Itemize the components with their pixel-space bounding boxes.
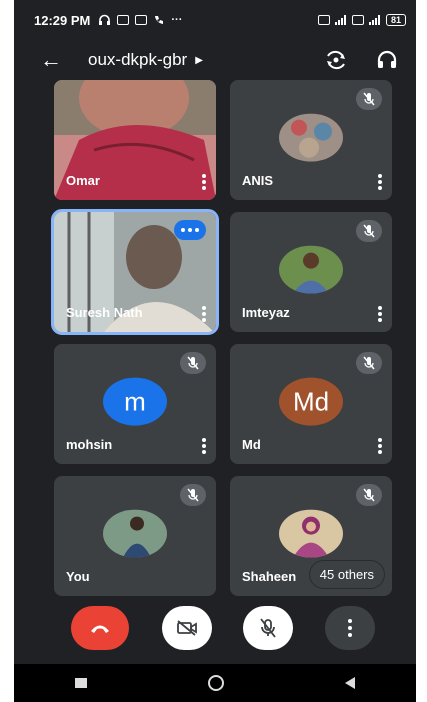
headphones-icon[interactable] xyxy=(376,50,398,70)
volte-icon xyxy=(317,15,330,25)
mic-off-icon xyxy=(356,88,382,110)
back-arrow-icon[interactable]: ← xyxy=(40,49,62,71)
more-options-button[interactable] xyxy=(325,606,375,650)
signal-icon xyxy=(368,15,380,25)
more-vert-icon xyxy=(348,619,352,637)
more-vert-icon[interactable] xyxy=(378,174,382,190)
others-count-chip[interactable]: 45 others xyxy=(309,561,384,588)
signal-icon xyxy=(334,15,346,25)
mic-toggle-button[interactable] xyxy=(243,606,293,650)
headset-status-icon xyxy=(99,14,111,25)
more-vert-icon[interactable] xyxy=(202,438,206,454)
camera-off-icon xyxy=(177,620,197,636)
message-status-icon xyxy=(117,15,130,25)
phone-status-icon xyxy=(155,16,164,24)
participant-name: Omar xyxy=(66,173,100,188)
status-bar: 12:29 PM ··· 81 xyxy=(14,0,416,40)
participant-tile[interactable]: m mohsin xyxy=(54,344,216,464)
participant-tile[interactable]: Md Md xyxy=(230,344,392,464)
participant-avatar xyxy=(279,509,343,558)
system-navigation-bar xyxy=(14,664,416,702)
home-button[interactable] xyxy=(207,675,224,691)
status-system-icons: 81 xyxy=(317,14,406,26)
more-vert-icon[interactable] xyxy=(202,306,206,322)
call-controls xyxy=(14,606,416,662)
more-vert-icon[interactable] xyxy=(202,174,206,190)
more-vert-icon[interactable] xyxy=(378,306,382,322)
recents-button[interactable] xyxy=(74,678,87,688)
mic-off-icon xyxy=(260,618,276,638)
participant-name: Suresh Nath xyxy=(66,305,143,320)
back-button[interactable] xyxy=(345,677,356,689)
participant-avatar xyxy=(279,113,343,162)
participant-name: You xyxy=(66,569,90,584)
mic-off-icon xyxy=(356,352,382,374)
participant-tile-self[interactable]: You xyxy=(54,476,216,596)
message-status-icon xyxy=(135,15,148,25)
participant-initial-avatar: Md xyxy=(279,377,343,426)
participant-initial-avatar: m xyxy=(103,377,167,426)
more-vert-icon[interactable] xyxy=(378,438,382,454)
caret-icon[interactable]: ▶ xyxy=(195,55,203,66)
participant-name: ANIS xyxy=(242,173,274,188)
meeting-code[interactable]: oux-dkpk-gbr xyxy=(88,50,187,70)
participant-tile[interactable]: ANIS xyxy=(230,80,392,200)
meet-screen: 12:29 PM ··· 81 ← oux-dkpk-gbr ▶ Omar AN… xyxy=(14,0,416,702)
meeting-header: ← oux-dkpk-gbr ▶ xyxy=(14,40,416,80)
participant-name: Imteyaz xyxy=(242,305,290,320)
mic-off-icon xyxy=(356,220,382,242)
participant-tile[interactable]: Omar xyxy=(54,80,216,200)
mic-off-icon xyxy=(356,484,382,506)
participant-avatar xyxy=(279,245,343,294)
participant-avatar xyxy=(103,509,167,558)
mic-off-icon xyxy=(180,352,206,374)
end-call-icon xyxy=(91,625,109,633)
participant-tile[interactable]: Imteyaz xyxy=(230,212,392,332)
switch-camera-icon[interactable] xyxy=(324,50,348,70)
status-time: 12:29 PM xyxy=(34,12,91,28)
participant-tile-active[interactable]: Suresh Nath xyxy=(51,209,219,335)
camera-toggle-button[interactable] xyxy=(162,606,212,650)
end-call-button[interactable] xyxy=(71,606,129,650)
participant-name: mohsin xyxy=(66,437,113,452)
speaking-indicator-icon xyxy=(174,220,206,240)
status-notification-icons: ··· xyxy=(98,14,182,26)
more-status-icon: ··· xyxy=(171,14,183,26)
participant-name: Shaheen xyxy=(242,569,297,584)
participant-name: Md xyxy=(242,437,261,452)
mic-off-icon xyxy=(180,484,206,506)
participant-tile[interactable]: Shaheen 45 others xyxy=(230,476,392,596)
battery-icon: 81 xyxy=(385,14,406,26)
volte-icon xyxy=(351,15,364,25)
